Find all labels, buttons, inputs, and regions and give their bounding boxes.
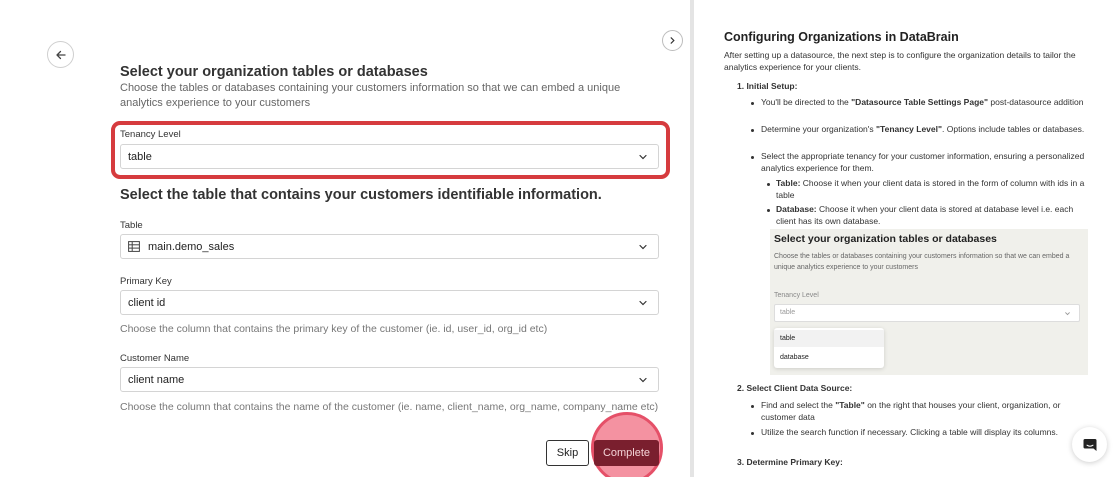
step-3-heading: 3. Determine Primary Key: <box>737 457 843 467</box>
guide-intro: After setting up a datasource, the next … <box>724 50 1076 72</box>
bullet <box>751 156 754 159</box>
bullet <box>767 183 770 186</box>
next-button[interactable] <box>662 30 683 51</box>
guide-bullet-5: Utilize the search function if necessary… <box>761 427 1058 437</box>
bullet <box>751 102 754 105</box>
primary-key-label: Primary Key <box>120 276 172 287</box>
skip-button[interactable]: Skip <box>546 440 589 466</box>
embed-option-table: table <box>780 335 796 342</box>
section-title: Select the table that contains your cust… <box>120 187 602 203</box>
embed-title: Select your organization tables or datab… <box>774 233 997 245</box>
complete-button[interactable]: Complete <box>594 440 659 466</box>
chevron-right-icon <box>670 37 675 44</box>
embed-option-database: database <box>780 354 809 361</box>
guide-bullet-1: You'll be directed to the "Datasource Ta… <box>761 97 1084 107</box>
guide-sub-bullet-table: Table: Choose it when your client data i… <box>776 178 1085 200</box>
guide-bullet-3: Select the appropriate tenancy for your … <box>761 151 1085 173</box>
chevron-down-icon <box>639 244 647 250</box>
embed-dropdown: table database <box>774 328 884 368</box>
page-description: Choose the tables or databases containin… <box>120 82 621 109</box>
customer-name-label: Customer Name <box>120 353 190 364</box>
table-value: main.demo_sales <box>148 240 235 253</box>
primary-key-value: client id <box>128 296 166 309</box>
chevron-down-icon <box>639 377 647 383</box>
highlight-outline <box>111 121 670 179</box>
primary-key-help: Choose the column that contains the prim… <box>120 323 548 335</box>
bullet <box>751 432 754 435</box>
table-icon <box>128 241 140 252</box>
guide-bullet-4: Find and select the "Table" on the right… <box>761 400 1061 422</box>
guide-sub-bullet-database: Database: Choose it when your client dat… <box>776 204 1074 226</box>
embed-description: Choose the tables or databases containin… <box>774 253 1070 271</box>
guide-bullet-2: Determine your organization's "Tenancy L… <box>761 124 1085 134</box>
chat-icon <box>1083 438 1096 451</box>
primary-key-select[interactable]: client id <box>120 290 659 315</box>
table-label: Table <box>120 220 143 231</box>
step-1-heading: 1. Initial Setup: <box>737 81 798 91</box>
guide-panel: Configuring Organizations in DataBrain A… <box>694 0 1120 477</box>
arrow-left-icon <box>55 50 66 59</box>
bullet <box>767 209 770 212</box>
customer-name-help: Choose the column that contains the name… <box>120 401 659 413</box>
guide-title: Configuring Organizations in DataBrain <box>724 30 959 44</box>
embedded-screenshot: Select your organization tables or datab… <box>770 229 1088 375</box>
bullet <box>751 405 754 408</box>
step-2-heading: 2. Select Client Data Source: <box>737 383 853 393</box>
customer-name-select[interactable]: client name <box>120 367 659 392</box>
page-title: Select your organization tables or datab… <box>120 64 428 80</box>
chat-button[interactable] <box>1072 427 1107 462</box>
setup-panel: Select your organization tables or datab… <box>0 0 690 477</box>
customer-name-value: client name <box>128 373 185 386</box>
back-button[interactable] <box>47 41 74 68</box>
embed-tenancy-select: table <box>774 304 1080 322</box>
embed-tenancy-value: table <box>780 309 796 316</box>
table-select[interactable]: main.demo_sales <box>120 234 659 259</box>
bullet <box>751 129 754 132</box>
chevron-down-icon <box>639 300 647 306</box>
chevron-down-icon <box>1065 312 1070 316</box>
embed-tenancy-label: Tenancy Level <box>774 292 819 299</box>
